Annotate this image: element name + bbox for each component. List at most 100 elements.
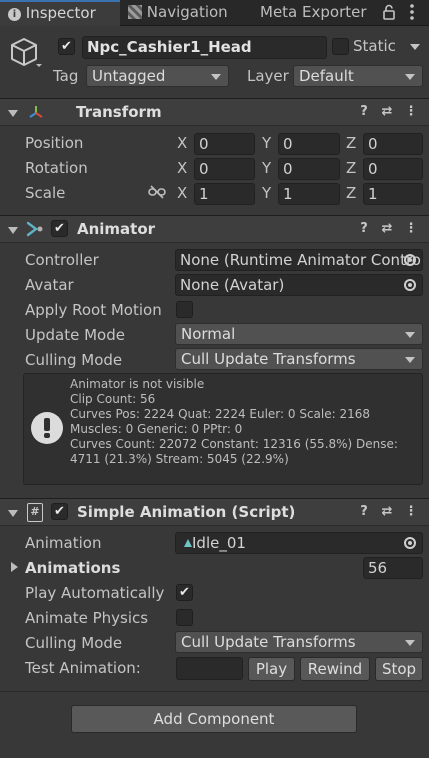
object-name-field[interactable]: Npc_Cashier1_Head xyxy=(82,36,327,59)
rotation-x-field[interactable]: 0 xyxy=(194,158,255,180)
position-z-axis[interactable]: Z xyxy=(346,134,356,152)
scale-x-axis[interactable]: X xyxy=(177,184,187,202)
transform-icon xyxy=(28,104,44,120)
animate-physics-checkbox[interactable] xyxy=(176,609,193,626)
kebab-menu-icon[interactable] xyxy=(409,3,415,21)
test-animation-field[interactable] xyxy=(176,657,243,680)
chevron-down-icon xyxy=(405,640,415,646)
foldout-arrow-icon[interactable] xyxy=(8,510,18,517)
animation-field[interactable]: Idle_01 xyxy=(175,532,423,554)
culling-mode-dropdown[interactable]: Cull Update Transforms xyxy=(175,631,423,653)
position-z-field[interactable]: 0 xyxy=(363,133,423,155)
object-picker-icon[interactable] xyxy=(404,279,416,291)
preset-icon[interactable]: ⇄ xyxy=(380,505,394,519)
stop-button[interactable]: Stop xyxy=(375,657,423,681)
gameobject-icon[interactable] xyxy=(8,36,42,70)
info-line: Curves Count: 22072 Constant: 12316 (55.… xyxy=(70,437,398,451)
foldout-arrow-icon[interactable] xyxy=(8,227,18,234)
rotation-z-field[interactable]: 0 xyxy=(363,158,423,180)
controller-label: Controller xyxy=(25,251,99,269)
controller-field[interactable]: None (Runtime Animator Controller) xyxy=(175,249,423,271)
apply-root-motion-checkbox[interactable] xyxy=(176,301,193,318)
animator-header[interactable]: ✔ Animator ? ⇄ ⋮ xyxy=(0,215,429,243)
object-picker-icon[interactable] xyxy=(404,254,416,266)
chevron-down-icon xyxy=(405,74,415,80)
animation-clip-icon xyxy=(184,539,192,547)
info-line: Animator is not visible xyxy=(70,377,205,391)
add-component-button[interactable]: Add Component xyxy=(71,705,357,733)
info-line: Clip Count: 56 xyxy=(70,392,156,406)
culling-mode-dropdown[interactable]: Cull Update Transforms xyxy=(175,348,423,370)
kebab-menu-icon[interactable]: ⋮ xyxy=(404,105,418,119)
animator-title: Animator xyxy=(77,220,156,238)
culling-mode-label: Culling Mode xyxy=(25,351,123,369)
warning-info-icon xyxy=(31,412,63,444)
update-mode-dropdown[interactable]: Normal xyxy=(175,323,423,345)
position-y-axis[interactable]: Y xyxy=(262,134,271,152)
simple-animation-enabled-checkbox[interactable]: ✔ xyxy=(51,503,68,520)
animations-label[interactable]: Animations xyxy=(25,559,120,577)
object-picker-icon[interactable] xyxy=(404,537,416,549)
animation-label: Animation xyxy=(25,534,102,552)
constrain-proportions-link-icon[interactable] xyxy=(148,185,166,199)
rotation-label: Rotation xyxy=(25,159,88,177)
lock-icon[interactable] xyxy=(383,4,395,20)
animator-info-box: Animator is not visible Clip Count: 56 C… xyxy=(23,373,423,485)
animator-icon xyxy=(26,220,46,238)
play-automatically-label: Play Automatically xyxy=(25,584,165,602)
tab-navigation-label: Navigation xyxy=(146,3,228,21)
avatar-field[interactable]: None (Avatar) xyxy=(175,274,423,296)
foldout-arrow-icon[interactable] xyxy=(8,110,18,117)
static-checkbox[interactable] xyxy=(332,38,349,55)
layer-value: Default xyxy=(299,67,354,85)
tab-inspector[interactable]: i Inspector xyxy=(0,0,120,26)
scale-z-axis[interactable]: Z xyxy=(346,184,356,202)
transform-header[interactable]: Transform ? ⇄ ⋮ xyxy=(0,98,429,126)
scale-y-axis[interactable]: Y xyxy=(262,184,271,202)
rotation-x-axis[interactable]: X xyxy=(177,159,187,177)
tag-dropdown[interactable]: Untagged xyxy=(86,65,229,87)
help-icon[interactable]: ? xyxy=(357,222,371,236)
simple-animation-title: Simple Animation (Script) xyxy=(77,503,296,521)
rotation-y-axis[interactable]: Y xyxy=(262,159,271,177)
rotation-z-axis[interactable]: Z xyxy=(346,159,356,177)
animator-enabled-checkbox[interactable]: ✔ xyxy=(51,220,68,237)
info-line: Curves Pos: 2224 Quat: 2224 Euler: 0 Sca… xyxy=(70,407,371,421)
play-automatically-checkbox[interactable]: ✔ xyxy=(176,584,193,601)
position-label: Position xyxy=(25,134,84,152)
preset-icon[interactable]: ⇄ xyxy=(380,222,394,236)
tab-meta-exporter[interactable]: Meta Exporter xyxy=(260,0,370,26)
preset-icon[interactable]: ⇄ xyxy=(380,105,394,119)
scale-y-field[interactable]: 1 xyxy=(278,183,340,205)
active-checkbox[interactable]: ✔ xyxy=(58,38,75,55)
animation-value: Idle_01 xyxy=(192,534,246,552)
position-x-field[interactable]: 0 xyxy=(194,133,255,155)
scale-x-field[interactable]: 1 xyxy=(194,183,255,205)
animate-physics-label: Animate Physics xyxy=(25,609,149,627)
animations-count-field[interactable]: 56 xyxy=(363,557,423,579)
play-button[interactable]: Play xyxy=(248,657,295,681)
avatar-label: Avatar xyxy=(25,276,74,294)
help-icon[interactable]: ? xyxy=(357,105,371,119)
scale-z-field[interactable]: 1 xyxy=(363,183,423,205)
animations-foldout-icon[interactable] xyxy=(11,562,18,572)
culling-mode-label: Culling Mode xyxy=(25,634,123,652)
script-icon: # xyxy=(27,503,43,522)
update-mode-value: Normal xyxy=(181,325,236,343)
rotation-y-field[interactable]: 0 xyxy=(278,158,340,180)
controller-value: None (Runtime Animator Controller) xyxy=(180,251,422,269)
position-y-field[interactable]: 0 xyxy=(278,133,340,155)
kebab-menu-icon[interactable]: ⋮ xyxy=(404,222,418,236)
tab-navigation[interactable]: Navigation xyxy=(128,0,248,26)
tag-value: Untagged xyxy=(92,67,166,85)
rewind-button[interactable]: Rewind xyxy=(300,657,370,681)
help-icon[interactable]: ? xyxy=(357,505,371,519)
layer-dropdown[interactable]: Default xyxy=(293,65,423,87)
kebab-menu-icon[interactable]: ⋮ xyxy=(404,505,418,519)
position-x-axis[interactable]: X xyxy=(177,134,187,152)
static-dropdown-arrow[interactable] xyxy=(410,44,420,50)
static-label: Static xyxy=(353,37,396,55)
tab-inspector-label: Inspector xyxy=(25,4,96,22)
simple-animation-header[interactable]: # ✔ Simple Animation (Script) ? ⇄ ⋮ xyxy=(0,498,429,526)
chevron-down-icon xyxy=(211,74,221,80)
